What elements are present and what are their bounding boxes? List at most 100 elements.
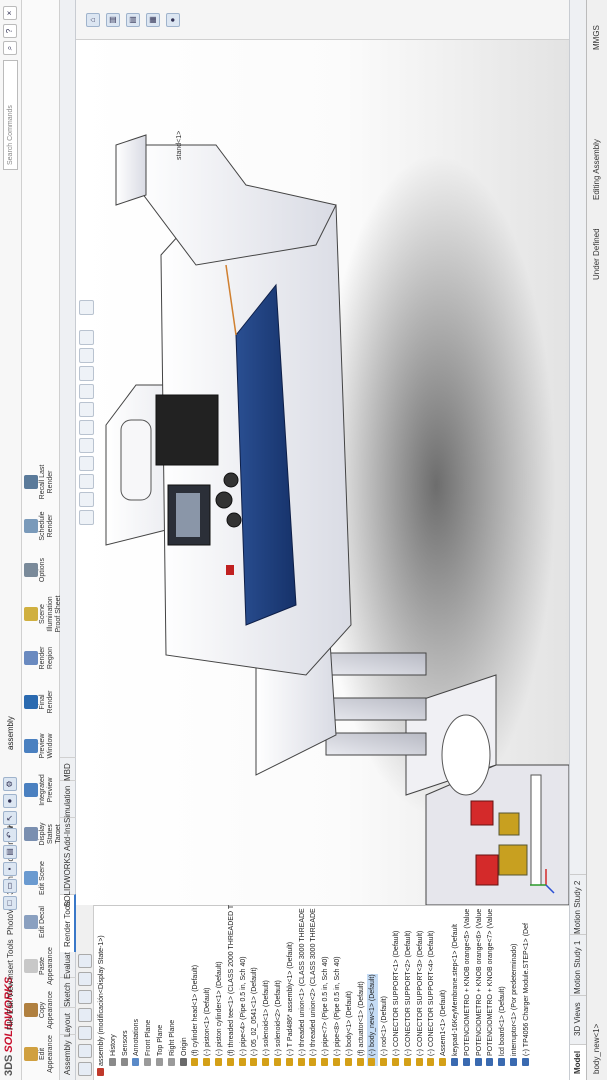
display-manager-tab-icon[interactable] <box>78 990 92 1004</box>
save-icon[interactable]: ▪ <box>3 862 17 876</box>
tree-node[interactable]: (-) body<1> (Default) <box>344 991 355 1066</box>
tree-node[interactable]: Top Plane <box>155 1025 166 1066</box>
ribbon-button-recall-last-render[interactable]: Recall Last Render <box>24 462 58 502</box>
open-folder-icon[interactable]: ▭ <box>3 879 17 893</box>
menu-item-file[interactable]: File <box>6 1017 15 1030</box>
appearance-tab-icon[interactable] <box>78 972 92 986</box>
bottom-tab-3d-views[interactable]: 3D Views <box>570 995 587 1042</box>
tree-node[interactable]: (-) threaded union<1> (CLASS 3000 THREAD… <box>297 908 308 1066</box>
tree-node[interactable]: (-) threaded union<2> (CLASS 3000 THREAD… <box>308 908 319 1066</box>
tree-node[interactable]: Sensors <box>120 1030 131 1066</box>
tree-node[interactable]: (-) piston cylinder<1> (Default) <box>214 961 225 1066</box>
ribbon-button-edit-scene[interactable]: Edit Scene <box>24 858 58 898</box>
tab-solidworks-add-ins[interactable]: SOLIDWORKS Add-Ins <box>60 817 76 912</box>
search-commands-input[interactable]: Search Commands <box>3 60 18 170</box>
tree-node-icon <box>179 1058 187 1066</box>
tree-node[interactable]: POTENCIOMETRO + KNOB orange<7> (Value <box>485 909 496 1066</box>
undo-icon[interactable]: ↶ <box>3 828 17 842</box>
select-arrow-icon[interactable]: ↖ <box>3 811 17 825</box>
tree-node[interactable]: (-) CONECTOR SUPPORT<1> (Default) <box>391 931 402 1066</box>
file-explorer-icon[interactable]: ▤ <box>126 13 140 27</box>
search-icon[interactable]: ⌕ <box>3 41 17 55</box>
tree-node[interactable]: (-) pipe<8> (Pipe 0.5 in, Sch 40) <box>332 956 343 1066</box>
ribbon-button-preview-window[interactable]: Preview Window <box>24 726 58 766</box>
tree-node[interactable]: (-) 05_02_0541<1> (Default) <box>249 967 260 1066</box>
design-library-icon[interactable]: ▥ <box>106 13 120 27</box>
tree-node[interactable]: (-) CONECTOR SUPPORT<4> (Default) <box>426 931 437 1066</box>
tree-node[interactable]: (-) TP4056 Charger Module.STEP<1> (Def <box>521 923 532 1066</box>
tree-node[interactable]: (-) solenoid<2> (Default) <box>273 980 284 1066</box>
tree-node[interactable]: POTENCIOMETRO + KNOB orange<6> (Value <box>474 909 485 1066</box>
tree-node[interactable]: (-) T Pad486* assembly<1> (Default) <box>285 942 296 1066</box>
tree-node-icon <box>297 1058 305 1066</box>
tree-node[interactable]: (-) piston<1> (Default) <box>202 988 213 1066</box>
tree-node[interactable]: Assem1<1> (Default) <box>438 990 449 1066</box>
tree-node-icon <box>167 1058 175 1066</box>
menu-item-edit[interactable]: Edit <box>6 1000 15 1014</box>
tree-node[interactable]: lcd board<1> (Default) <box>497 986 508 1066</box>
status-units[interactable]: MMGS <box>592 25 601 50</box>
tree-node-label: (f) threaded tee<1> (CLASS 2000 THREADED… <box>227 904 235 1056</box>
tree-node[interactable]: (f) threaded tee<1> (CLASS 2000 THREADED… <box>226 905 237 1066</box>
rebuild-icon[interactable]: ● <box>3 794 17 808</box>
appearances-icon[interactable]: ● <box>166 13 180 27</box>
property-manager-tab-icon[interactable] <box>78 1044 92 1058</box>
tree-node[interactable]: interruptor<1> (Por predeterminado) <box>509 944 520 1066</box>
ribbon-button-paste-appearance[interactable]: Paste Appearance <box>24 946 58 986</box>
ribbon-button-final-render[interactable]: Final Render <box>24 682 58 722</box>
options-gear-icon[interactable]: ⚙ <box>3 777 17 791</box>
dimxpert-tab-icon[interactable] <box>78 1008 92 1022</box>
tree-node-label: Sensors <box>121 1030 129 1056</box>
menu-item-insert[interactable]: Insert <box>6 960 15 980</box>
tree-node[interactable]: (-) pipe<7> (Pipe 0.5 in, Sch 40) <box>320 956 331 1066</box>
ribbon-button-options[interactable]: Options <box>24 550 58 590</box>
tree-node[interactable]: (f) cylinder head<1> (Default) <box>190 965 201 1066</box>
tree-node[interactable]: Front Plane <box>143 1020 154 1066</box>
tab-layout[interactable]: Layout <box>60 1006 76 1042</box>
tree-node[interactable]: (-) rod<1> (Default) <box>379 996 390 1066</box>
tree-node[interactable]: (-) pipe<4> (Pipe 0.5 in, Sch 40) <box>238 956 249 1066</box>
tree-node[interactable]: (-) CONECTOR SUPPORT<3> (Default) <box>415 931 426 1066</box>
tree-node[interactable]: keypad-16KeyMembrane.step<1> (Default <box>450 924 461 1066</box>
menu-item-tools[interactable]: Tools <box>6 939 15 958</box>
ribbon-button-copy-appearance[interactable]: Copy Appearance <box>24 990 58 1030</box>
tree-node-label: (f) cylinder head<1> (Default) <box>192 964 200 1056</box>
configuration-manager-tab-icon[interactable] <box>78 1026 92 1040</box>
tree-node[interactable]: (-) body_new<1> (Default) <box>367 974 379 1066</box>
tab-mbd[interactable]: MBD <box>60 757 76 786</box>
tree-node[interactable]: Annotations <box>131 1019 142 1066</box>
ribbon-button-schedule-render[interactable]: Schedule Render <box>24 506 58 546</box>
graphics-area[interactable]: stand<1> <box>76 0 569 905</box>
help-icon[interactable]: ? <box>3 24 17 38</box>
ribbon-button-label: Edit Scene <box>39 861 46 895</box>
tree-node[interactable]: History <box>108 1034 119 1066</box>
ribbon-button-edit-decal[interactable]: Edit Decal <box>24 902 58 942</box>
menu-item-view[interactable]: View <box>6 981 15 998</box>
stand-bracket <box>135 144 337 266</box>
tree-node[interactable]: (f) actuator<1> (Default) <box>356 981 367 1066</box>
ribbon-button-render-region[interactable]: Render Region <box>24 638 58 678</box>
ribbon-button-integrated-preview[interactable]: Integrated Preview <box>24 770 58 810</box>
view-palette-icon[interactable]: ▦ <box>146 13 160 27</box>
tree-node-icon <box>238 1058 246 1066</box>
bottom-tab-model[interactable]: Model <box>570 1043 587 1080</box>
print-icon[interactable]: ▤ <box>3 845 17 859</box>
tree-node[interactable]: Origin <box>179 1037 190 1066</box>
filter-icon[interactable] <box>78 954 92 968</box>
solidworks-resources-icon[interactable]: ⌂ <box>86 13 100 27</box>
tree-node[interactable]: assembly (modificación<Display State-1>) <box>96 935 107 1076</box>
tree-node[interactable]: Right Plane <box>167 1020 178 1066</box>
ribbon-button-edit-appearance[interactable]: Edit Appearance <box>24 1034 58 1074</box>
tree-node[interactable]: (-) solenoid<1> (Default) <box>261 980 272 1066</box>
ribbon-button-display-states-target[interactable]: Display States Target <box>24 814 62 854</box>
tree-node[interactable]: (-) CONECTOR SUPPORT<2> (Default) <box>403 931 414 1066</box>
bottom-tab-motion-study-2[interactable]: Motion Study 2 <box>570 873 587 940</box>
document-title: assembly <box>6 716 15 750</box>
tree-node[interactable]: POTENCIOMETRO + KNOB orange<5> (Value <box>462 909 473 1066</box>
feature-tree-tab-icon[interactable] <box>78 1062 92 1076</box>
new-document-icon[interactable]: □ <box>3 896 17 910</box>
tab-simulation[interactable]: Simulation <box>60 779 76 828</box>
bottom-tab-motion-study-1[interactable]: Motion Study 1 <box>570 933 587 1000</box>
ribbon-button-scene-illumination-proof-sheet[interactable]: Scene Illumination Proof Sheet <box>24 594 62 634</box>
close-icon[interactable]: × <box>3 6 17 20</box>
